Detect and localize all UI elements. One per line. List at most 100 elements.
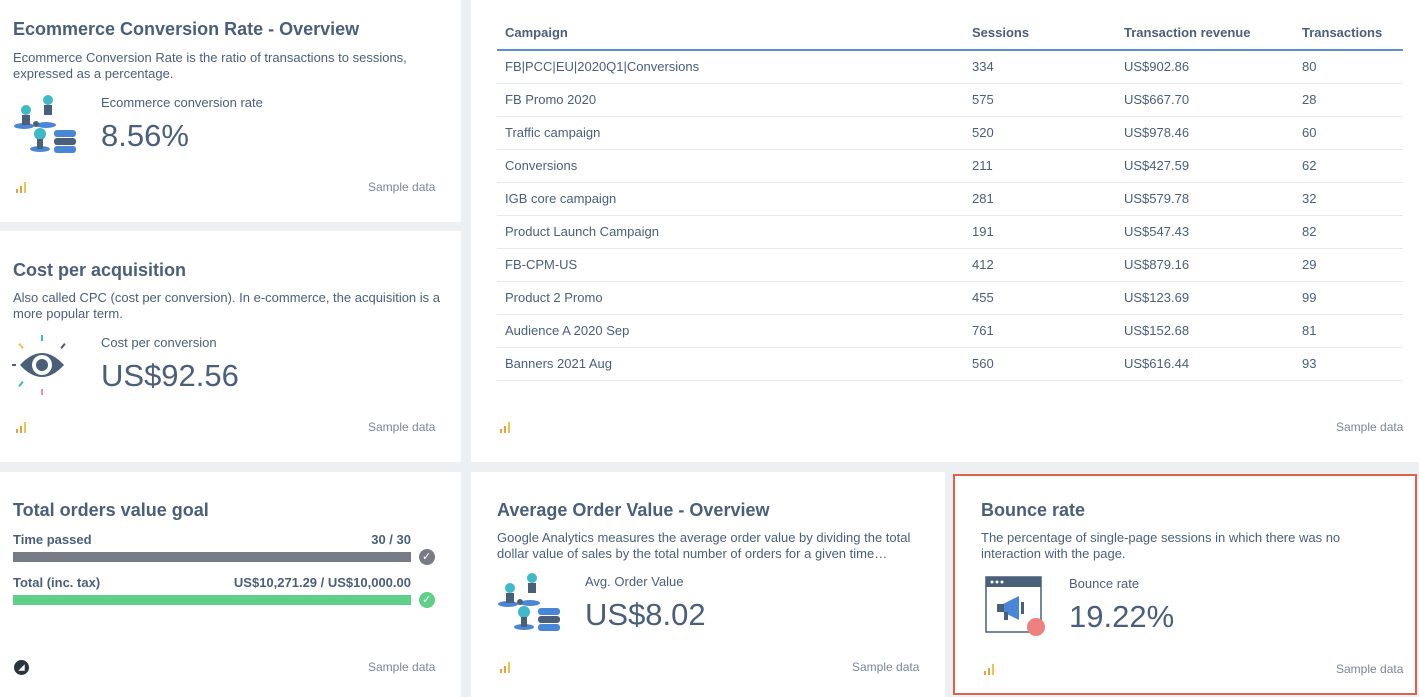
google-analytics-icon [16,182,26,193]
campaign-table-card[interactable]: Campaign Sessions Transaction revenue Tr… [471,0,1419,462]
people-database-icon [498,573,560,631]
sessions-cell: 520 [964,116,1116,150]
table-row[interactable]: FB-CPM-US 412 US$879.16 29 [497,248,1403,282]
revenue-cell: US$667.70 [1116,83,1294,117]
revenue-cell: US$616.44 [1116,347,1294,381]
table-header-row: Campaign Sessions Transaction revenue Tr… [497,16,1403,51]
total-orders-goal-card[interactable]: Total orders value goal Time passed 30 /… [0,472,461,697]
transactions-cell: 80 [1294,50,1403,84]
campaign-cell: Banners 2021 Aug [497,347,964,381]
total-value: US$10,271.29 / US$10,000.00 [233,575,411,590]
table-row[interactable]: Product Launch Campaign 191 US$547.43 82 [497,215,1403,249]
card-description: Also called CPC (cost per conversion). I… [13,290,441,321]
table-row[interactable]: Product 2 Promo 455 US$123.69 99 [497,281,1403,315]
table-row[interactable]: Traffic campaign 520 US$978.46 60 [497,116,1403,150]
revenue-cell: US$978.46 [1116,116,1294,150]
conversion-rate-card[interactable]: Ecommerce Conversion Rate - Overview Eco… [0,0,461,222]
sessions-cell: 455 [964,281,1116,315]
revenue-cell: US$123.69 [1116,281,1294,315]
card-title: Total orders value goal [13,500,209,520]
campaign-cell: FB|PCC|EU|2020Q1|Conversions [497,50,964,84]
total-label: Total (inc. tax) [13,575,101,590]
table-row[interactable]: Audience A 2020 Sep 761 US$152.68 81 [497,314,1403,348]
metric-label: Avg. Order Value [585,574,684,589]
sessions-cell: 412 [964,248,1116,282]
average-order-value-card[interactable]: Average Order Value - Overview Google An… [471,472,945,697]
revenue-cell: US$547.43 [1116,215,1294,249]
sessions-cell: 191 [964,215,1116,249]
card-title: Cost per acquisition [13,260,187,280]
google-analytics-icon [500,422,510,433]
campaign-table: Campaign Sessions Transaction revenue Tr… [497,16,1403,381]
table-row[interactable]: FB|PCC|EU|2020Q1|Conversions 334 US$902.86… [497,50,1403,84]
sample-data-label: Sample data [1336,420,1404,434]
column-header-campaign[interactable]: Campaign [497,16,964,51]
sessions-cell: 761 [964,314,1116,348]
check-icon: ✓ [419,592,435,608]
table-row[interactable]: Banners 2021 Aug 560 US$616.44 93 [497,347,1403,381]
people-database-icon [14,95,76,153]
metric-label: Bounce rate [1069,576,1140,591]
transactions-cell: 28 [1294,83,1403,117]
metric-value: 8.56% [101,118,189,153]
sessions-cell: 334 [964,50,1116,84]
transactions-cell: 93 [1294,347,1403,381]
metric-label: Cost per conversion [101,335,217,350]
sessions-cell: 281 [964,182,1116,216]
metric-label: Ecommerce conversion rate [101,95,263,110]
transactions-cell: 32 [1294,182,1403,216]
revenue-cell: US$427.59 [1116,149,1294,183]
campaign-cell: Traffic campaign [497,116,964,150]
google-analytics-icon [16,422,26,433]
campaign-cell: Product Launch Campaign [497,215,964,249]
column-header-sessions[interactable]: Sessions [964,16,1116,51]
transactions-cell: 29 [1294,248,1403,282]
sample-data-label: Sample data [368,660,436,674]
eye-icon [12,335,66,395]
campaign-cell: Conversions [497,149,964,183]
sessions-cell: 560 [964,347,1116,381]
total-bar [13,595,411,605]
campaign-cell: Product 2 Promo [497,281,964,315]
cost-per-acquisition-card[interactable]: Cost per acquisition Also called CPC (co… [0,231,461,462]
google-analytics-icon [984,664,994,675]
metric-value: US$8.02 [585,597,706,632]
column-header-transaction-revenue[interactable]: Transaction revenue [1116,16,1294,51]
column-header-transactions[interactable]: Transactions [1294,16,1403,51]
card-title: Bounce rate [981,500,1086,520]
card-description: The percentage of single-page sessions i… [981,530,1341,561]
transactions-cell: 81 [1294,314,1403,348]
browser-megaphone-icon [985,576,1045,636]
time-passed-bar [13,552,411,562]
sample-data-label: Sample data [1336,662,1404,676]
sessions-cell: 575 [964,83,1116,117]
total-track [13,595,411,605]
card-description: Google Analytics measures the average or… [497,530,911,561]
transactions-cell: 62 [1294,149,1403,183]
revenue-cell: US$902.86 [1116,50,1294,84]
time-passed-value: 30 / 30 [371,532,411,547]
card-title: Average Order Value - Overview [497,500,770,520]
metric-value: US$92.56 [101,358,239,393]
card-title: Ecommerce Conversion Rate - Overview [13,19,360,39]
revenue-cell: US$579.78 [1116,182,1294,216]
campaign-cell: Audience A 2020 Sep [497,314,964,348]
transactions-cell: 82 [1294,215,1403,249]
bigcommerce-icon [14,660,29,675]
campaign-cell: FB-CPM-US [497,248,964,282]
time-passed-track [13,552,411,562]
google-analytics-icon [500,662,510,673]
transactions-cell: 99 [1294,281,1403,315]
sessions-cell: 211 [964,149,1116,183]
transactions-cell: 60 [1294,116,1403,150]
bounce-rate-card[interactable]: Bounce rate The percentage of single-pag… [953,474,1417,695]
metric-value: 19.22% [1069,599,1175,634]
table-row[interactable]: FB Promo 2020 575 US$667.70 28 [497,83,1403,117]
sample-data-label: Sample data [368,420,436,434]
check-icon: ✓ [419,549,435,565]
campaign-cell: FB Promo 2020 [497,83,964,117]
table-row[interactable]: IGB core campaign 281 US$579.78 32 [497,182,1403,216]
revenue-cell: US$879.16 [1116,248,1294,282]
time-passed-label: Time passed [13,532,92,547]
table-row[interactable]: Conversions 211 US$427.59 62 [497,149,1403,183]
